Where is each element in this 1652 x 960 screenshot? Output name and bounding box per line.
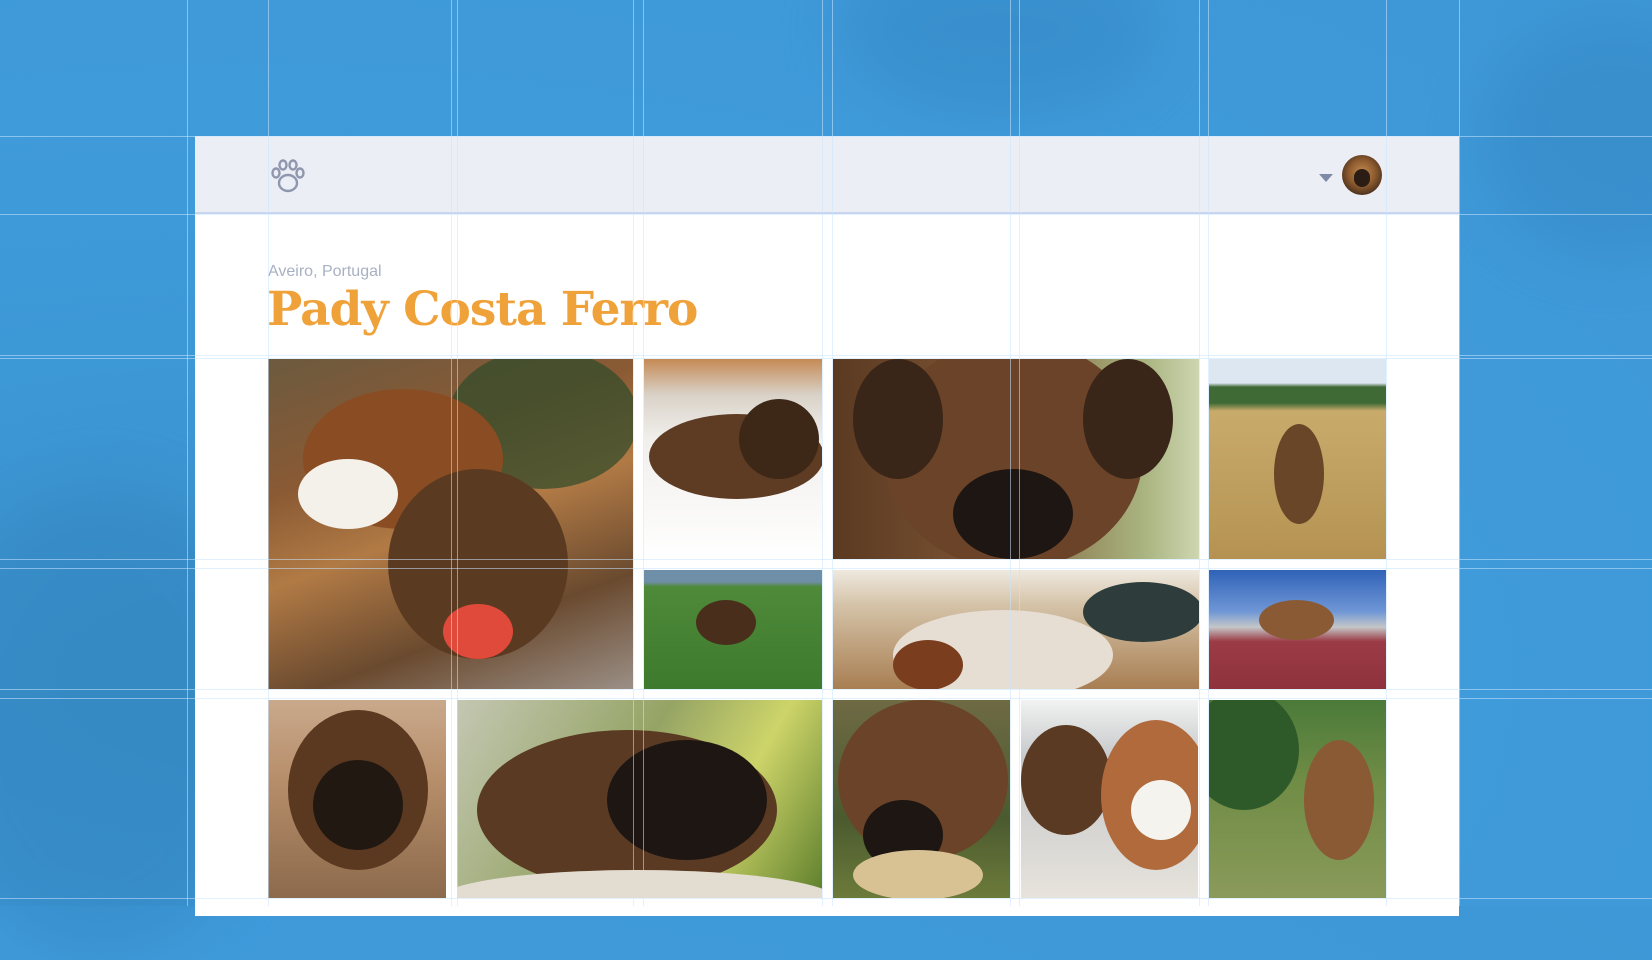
photo-6[interactable] xyxy=(833,570,1199,689)
photo-11[interactable] xyxy=(1021,700,1198,898)
user-avatar[interactable] xyxy=(1342,155,1382,195)
caret-down-icon[interactable] xyxy=(1319,174,1333,182)
photo-4[interactable] xyxy=(1209,359,1386,559)
background-shade xyxy=(840,0,1160,120)
photo-5[interactable] xyxy=(644,570,822,689)
paw-icon[interactable] xyxy=(268,156,308,196)
photo-3[interactable] xyxy=(833,359,1199,559)
profile-location: Aveiro, Portugal xyxy=(268,263,382,280)
top-navigation-bar xyxy=(195,136,1459,214)
grid-guide xyxy=(1459,0,1460,906)
photo-12[interactable] xyxy=(1209,700,1386,898)
profile-card: Aveiro, Portugal Pady Costa Ferro xyxy=(195,136,1459,916)
photo-9[interactable] xyxy=(457,700,822,898)
photo-1[interactable] xyxy=(268,359,633,689)
photo-8[interactable] xyxy=(268,700,446,898)
background-shade xyxy=(1480,20,1652,260)
photo-2[interactable] xyxy=(644,359,822,559)
photo-7[interactable] xyxy=(1209,570,1386,689)
photo-10[interactable] xyxy=(833,700,1010,898)
profile-name: Pady Costa Ferro xyxy=(267,282,698,337)
